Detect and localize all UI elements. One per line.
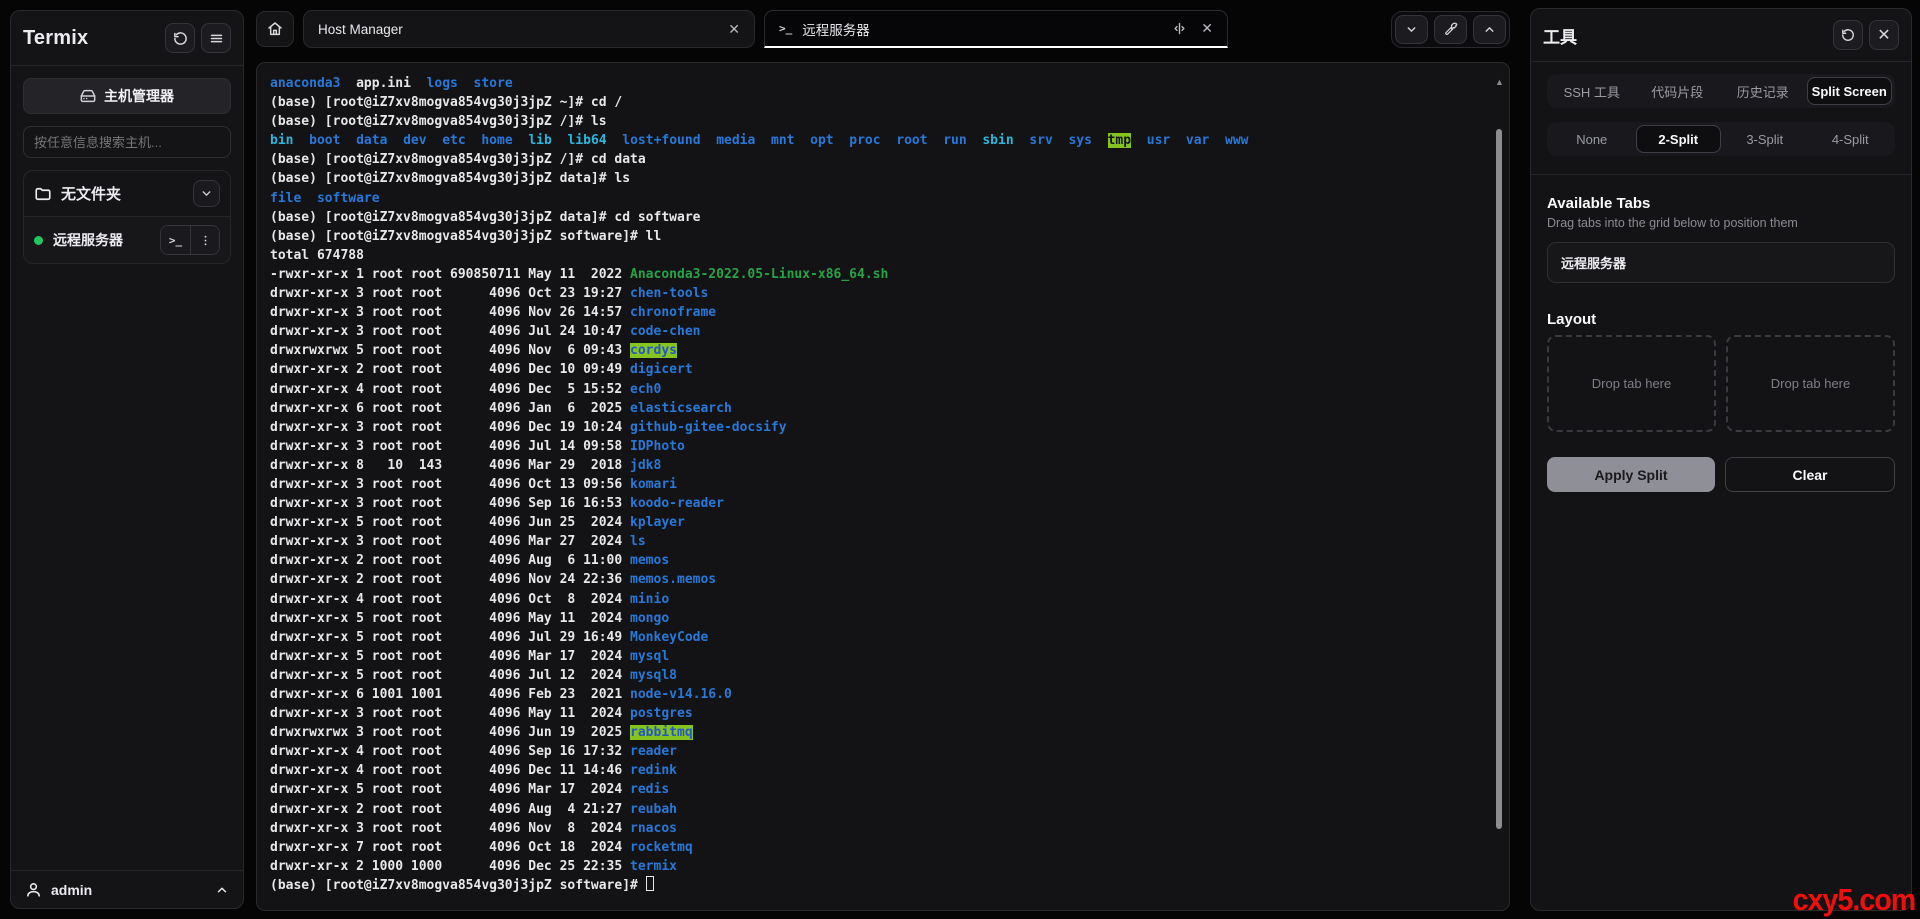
layout-title: Layout (1547, 311, 1895, 328)
tabbar-actions (1391, 11, 1510, 48)
refresh-icon (173, 31, 188, 46)
terminal-scrollbar[interactable]: ▲ (1494, 77, 1504, 900)
tab-snippets[interactable]: 代码片段 (1636, 77, 1720, 105)
scroll-up-icon[interactable]: ▲ (1495, 77, 1504, 87)
host-search-input[interactable] (23, 126, 231, 158)
sidebar: Termix 主机管理器 无文件夹 (10, 10, 244, 909)
sidebar-menu-button[interactable] (201, 23, 231, 53)
tools-close-button[interactable]: ✕ (1869, 20, 1899, 50)
available-tabs-title: Available Tabs (1547, 195, 1895, 212)
tools-tabs: SSH 工具 代码片段 历史记录 Split Screen (1547, 74, 1895, 108)
split-view-icon[interactable] (1172, 21, 1187, 36)
tab-bar: Host Manager ✕ >_ 远程服务器 ✕ (256, 8, 1510, 50)
chevron-up-icon (215, 883, 229, 897)
panel-up-button[interactable] (1473, 15, 1506, 44)
app-brand: Termix (23, 27, 159, 50)
chevron-up-icon (1483, 23, 1496, 36)
hard-drive-icon (80, 88, 96, 104)
refresh-icon (1841, 28, 1855, 42)
folder-group: 无文件夹 远程服务器 >_ (23, 170, 231, 264)
tab-split-screen[interactable]: Split Screen (1807, 77, 1893, 105)
folder-collapse-button[interactable] (193, 180, 220, 207)
clear-button[interactable]: Clear (1725, 457, 1895, 492)
terminal-output: anaconda3 app.ini logs store(base) [root… (270, 74, 1503, 895)
user-menu[interactable]: admin (11, 870, 243, 908)
panel-down-button[interactable] (1395, 15, 1428, 44)
host-manager-label: 主机管理器 (104, 86, 174, 106)
tab-ssh-tools[interactable]: SSH 工具 (1550, 77, 1634, 105)
terminal-prompt-icon: >_ (779, 22, 792, 35)
hammer-icon (1444, 22, 1458, 36)
host-manager-button[interactable]: 主机管理器 (23, 78, 231, 114)
available-tabs-hint: Drag tabs into the grid below to positio… (1547, 216, 1895, 230)
tab-label: Host Manager (318, 22, 403, 37)
host-status-dot (34, 236, 43, 245)
tools-refresh-button[interactable] (1833, 20, 1863, 50)
host-more-button[interactable] (190, 226, 219, 254)
apply-split-button[interactable]: Apply Split (1547, 457, 1715, 492)
chevron-down-icon (200, 187, 213, 200)
scrollbar-thumb[interactable] (1496, 129, 1502, 829)
username: admin (51, 882, 206, 898)
host-list-item[interactable]: 远程服务器 >_ (24, 216, 230, 263)
sidebar-refresh-button[interactable] (165, 23, 195, 53)
site-watermark: cxy5.com (1792, 882, 1915, 918)
close-icon: ✕ (1877, 25, 1890, 45)
host-actions: >_ (160, 225, 220, 255)
folder-header[interactable]: 无文件夹 (24, 171, 230, 216)
terminal-icon: >_ (169, 234, 182, 247)
home-icon (267, 21, 283, 37)
drop-zone-2[interactable]: Drop tab here (1726, 335, 1895, 432)
open-terminal-button[interactable]: >_ (161, 226, 190, 254)
terminal-panel[interactable]: anaconda3 app.ini logs store(base) [root… (256, 62, 1510, 911)
sidebar-header: Termix (11, 11, 243, 65)
kebab-menu-icon (199, 234, 212, 247)
tools-panel: 工具 ✕ SSH 工具 代码片段 历史记录 Split Screen None … (1530, 8, 1912, 911)
close-tab-icon[interactable]: ✕ (728, 21, 740, 38)
split-3-option[interactable]: 3-Split (1723, 125, 1807, 153)
hamburger-icon (209, 31, 224, 46)
split-none-option[interactable]: None (1550, 125, 1634, 153)
drop-zone-1[interactable]: Drop tab here (1547, 335, 1716, 432)
close-tab-icon[interactable]: ✕ (1201, 20, 1213, 37)
tab-host-manager[interactable]: Host Manager ✕ (303, 10, 755, 48)
chevron-down-icon (1405, 23, 1418, 36)
tab-history[interactable]: 历史记录 (1721, 77, 1805, 105)
tools-title: 工具 (1543, 23, 1827, 48)
person-icon (25, 881, 42, 898)
folder-icon (34, 185, 52, 203)
tab-label: 远程服务器 (802, 19, 870, 39)
host-name: 远程服务器 (53, 230, 150, 250)
main-area: Host Manager ✕ >_ 远程服务器 ✕ (256, 8, 1510, 911)
split-4-option[interactable]: 4-Split (1809, 125, 1893, 153)
tab-remote-server[interactable]: >_ 远程服务器 ✕ (764, 10, 1228, 48)
tools-button[interactable] (1434, 15, 1467, 44)
folder-name: 无文件夹 (61, 183, 184, 204)
draggable-tab-item[interactable]: 远程服务器 (1547, 242, 1895, 283)
split-2-option[interactable]: 2-Split (1636, 125, 1722, 153)
home-tab-button[interactable] (256, 11, 294, 47)
split-options: None 2-Split 3-Split 4-Split (1547, 122, 1895, 156)
